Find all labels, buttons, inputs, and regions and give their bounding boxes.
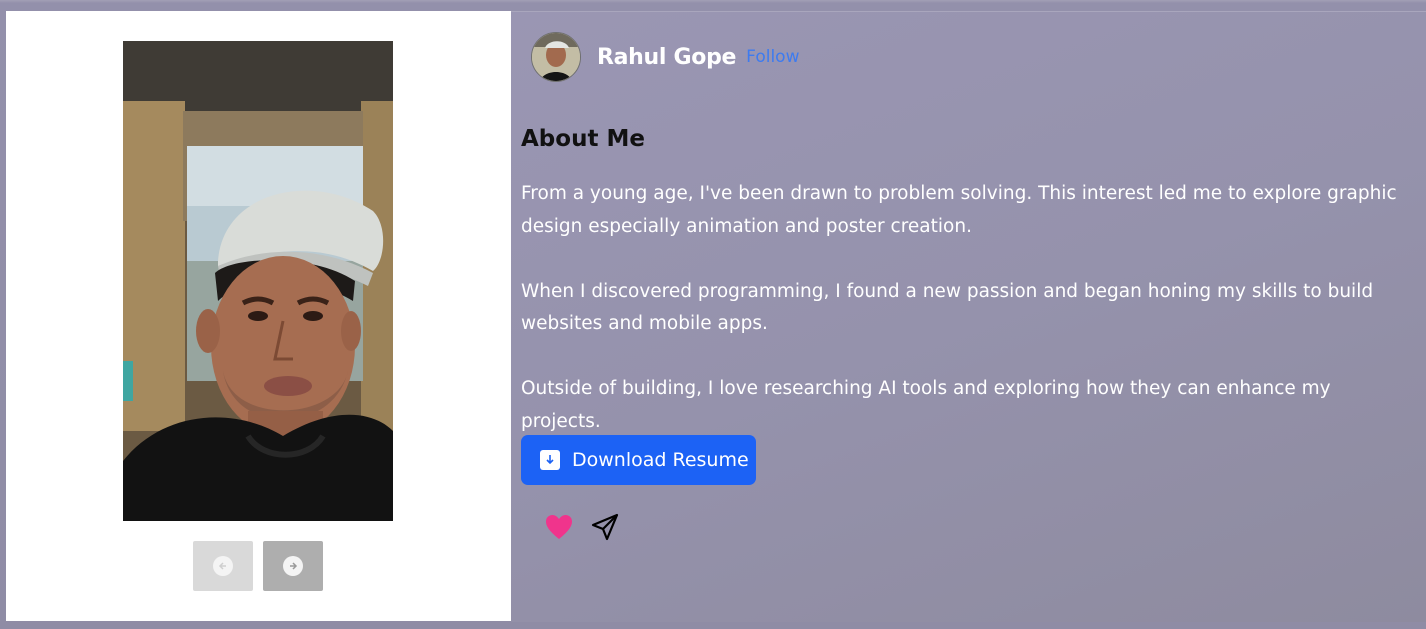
download-resume-button[interactable]: Download Resume (521, 435, 756, 485)
carousel-controls (193, 541, 323, 591)
follow-link[interactable]: Follow (746, 47, 799, 67)
photo-panel (6, 11, 511, 621)
page-frame: Rahul Gope Follow About Me From a young … (0, 0, 1426, 629)
action-icons (544, 512, 620, 542)
about-paragraph: Outside of building, I love researching … (521, 378, 1331, 432)
profile-card: Rahul Gope Follow About Me From a young … (6, 11, 1426, 622)
about-paragraph: When I discovered programming, I found a… (521, 280, 1374, 335)
profile-photo (123, 41, 393, 521)
next-photo-button[interactable] (263, 541, 323, 591)
arrow-left-icon (213, 556, 233, 576)
prev-photo-button[interactable] (193, 541, 253, 591)
about-paragraph: From a young age, I've been drawn to pro… (521, 183, 1397, 237)
heart-icon[interactable] (544, 512, 574, 542)
send-icon[interactable] (590, 512, 620, 542)
about-panel: Rahul Gope Follow About Me From a young … (511, 11, 1426, 622)
profile-header: Rahul Gope Follow (531, 32, 799, 82)
profile-name: Rahul Gope (597, 44, 737, 70)
avatar[interactable] (531, 32, 581, 82)
about-text: From a young age, I've been drawn to pro… (521, 178, 1401, 471)
arrow-right-icon (283, 556, 303, 576)
download-icon (540, 450, 560, 470)
about-heading: About Me (521, 126, 645, 152)
download-resume-label: Download Resume (572, 449, 749, 471)
